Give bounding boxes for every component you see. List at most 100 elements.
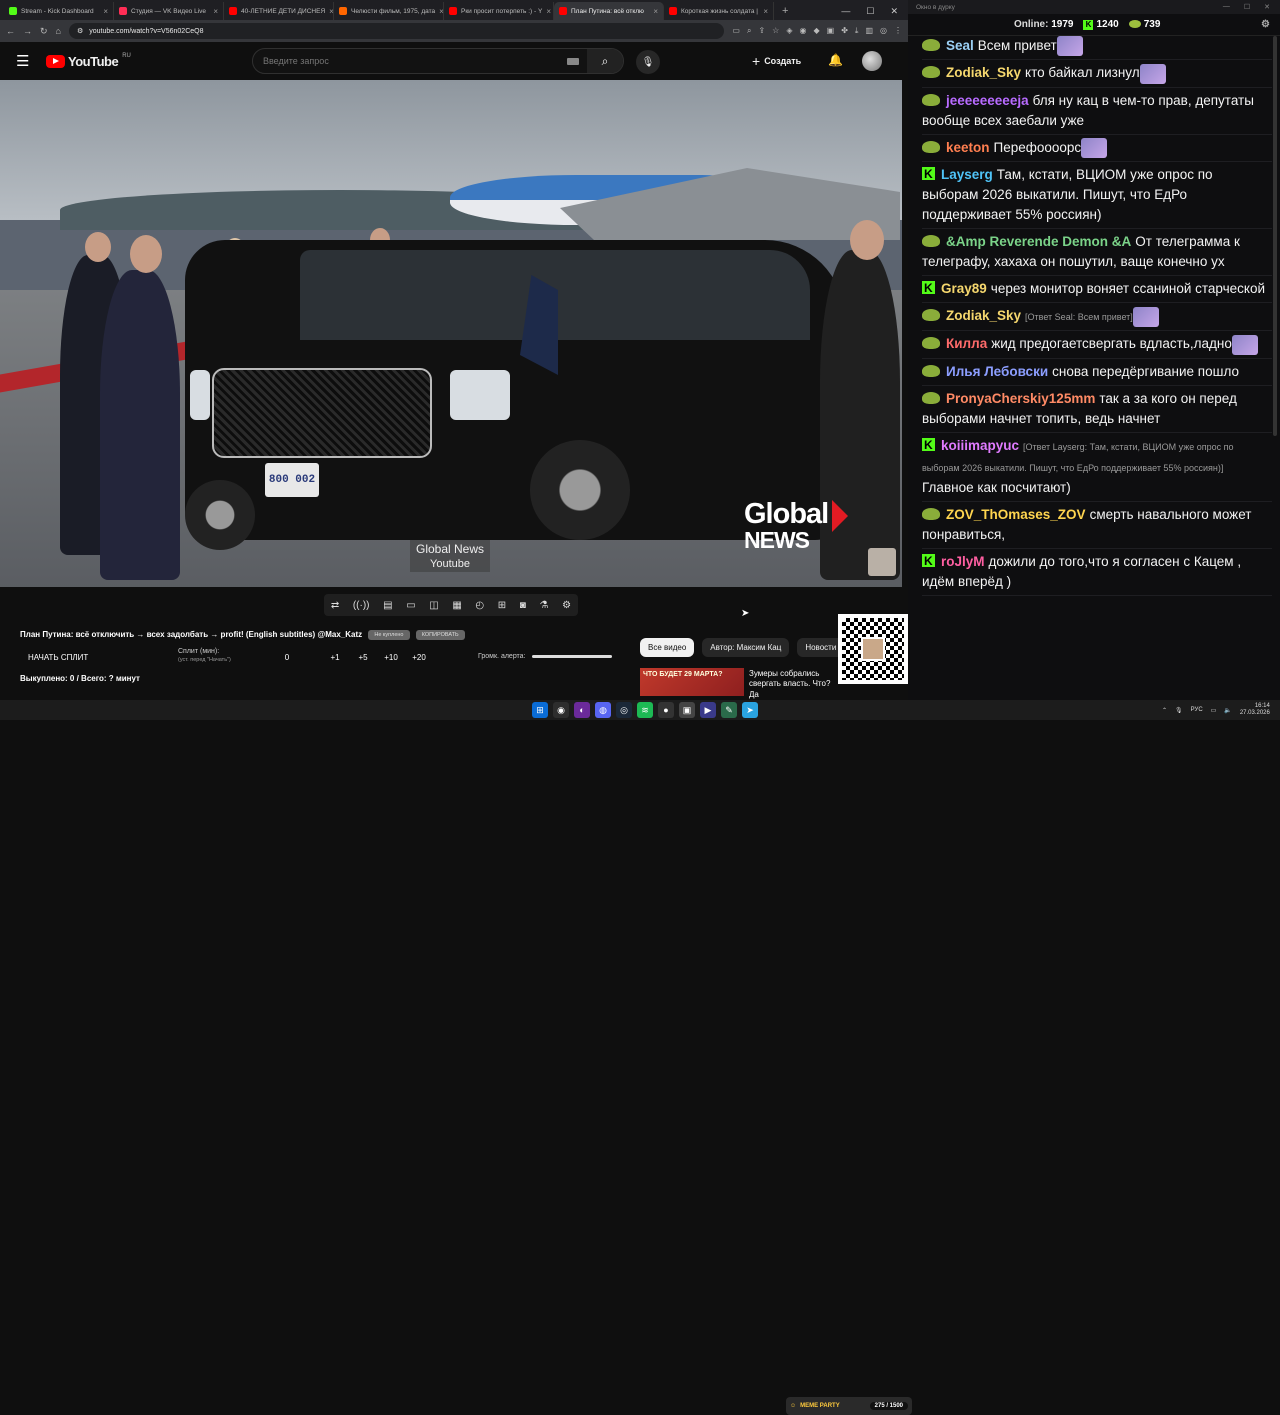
split-plus-button[interactable]: +5 — [349, 653, 377, 662]
avatar[interactable] — [862, 51, 882, 71]
app-icon[interactable]: ◐ — [574, 702, 590, 718]
language-indicator[interactable]: РУС — [1191, 707, 1203, 713]
chat-username[interactable]: Seal — [946, 38, 974, 53]
browser-tab[interactable]: Stream - Kick Dashboard × — [4, 2, 114, 20]
browser-tab[interactable]: План Путина: всё отклю × — [554, 2, 664, 20]
puzzle-icon[interactable]: ✤ — [841, 26, 848, 36]
settings-gear-icon[interactable]: ⚙ — [1261, 19, 1270, 30]
windows-start-icon[interactable]: ⊞ — [532, 702, 548, 718]
browser-tab[interactable]: 40-ЛЕТНИЕ ДЕТИ ДИСНЕЯ × — [224, 2, 334, 20]
chat-username[interactable]: roJlyM — [941, 554, 985, 569]
chat-username[interactable]: Илья Лебовски — [946, 364, 1048, 379]
chip-all-videos[interactable]: Все видео — [640, 638, 695, 657]
frames-icon[interactable]: ▦ — [452, 600, 461, 611]
tab-close-icon[interactable]: × — [213, 7, 218, 16]
chat-username[interactable]: ZOV_ThOmases_ZOV — [946, 507, 1086, 522]
extension-icon[interactable]: ◆ — [813, 26, 819, 36]
split-plus-button[interactable]: +20 — [405, 653, 433, 662]
voice-search-button[interactable]: 🎙 — [636, 50, 660, 74]
cast-icon[interactable]: ▭ — [732, 26, 740, 36]
chip-author[interactable]: Автор: Максим Кац — [702, 638, 790, 657]
hamburger-menu-icon[interactable]: ☰ — [16, 52, 40, 70]
minimize-icon[interactable]: — — [1223, 3, 1230, 11]
video-player[interactable]: 800 002 Global NEWS Global News Youtube — [0, 80, 902, 587]
app-icon[interactable]: ▣ — [679, 702, 695, 718]
clock[interactable]: 16:14 27.03.2026 — [1240, 703, 1270, 717]
flask-icon[interactable]: ⚗ — [539, 600, 548, 611]
app-icon[interactable]: ✎ — [721, 702, 737, 718]
chat-username[interactable]: koiiimapyuc — [941, 438, 1019, 453]
browser-tab[interactable]: Студия — VK Видео Live × — [114, 2, 224, 20]
tab-close-icon[interactable]: × — [103, 7, 108, 16]
chevron-up-icon[interactable]: ⌃ — [1162, 707, 1167, 714]
browser-tab[interactable]: Короткая жизнь солдата | × — [664, 2, 774, 20]
profile-icon[interactable]: ◎ — [880, 26, 887, 36]
start-split-button[interactable]: НАЧАТЬ СПЛИТ — [28, 653, 88, 662]
camera-icon[interactable]: ◙ — [520, 600, 526, 611]
sidebar-icon[interactable]: ▥ — [865, 26, 873, 36]
chat-username[interactable]: keeton — [946, 140, 990, 155]
search-button[interactable]: ⌕ — [587, 49, 623, 73]
clip-icon[interactable]: ▭ — [406, 600, 415, 611]
search-input[interactable] — [253, 56, 567, 66]
tab-close-icon[interactable]: × — [546, 7, 551, 16]
reload-icon[interactable]: ↻ — [40, 26, 48, 37]
tab-close-icon[interactable]: × — [763, 7, 768, 16]
screenshot-icon[interactable]: ▤ — [383, 600, 392, 611]
chat-username[interactable]: Zodiak_Sky — [946, 308, 1021, 323]
split-plus-button[interactable]: +1 — [321, 653, 349, 662]
download-icon[interactable]: ⤓ — [855, 26, 859, 36]
home-icon[interactable]: ⌂ — [56, 26, 61, 36]
share-icon[interactable]: ⇪ — [758, 26, 765, 36]
loop-icon[interactable]: ⇄ — [331, 600, 339, 611]
extension-icon[interactable]: ◉ — [800, 26, 807, 36]
chat-username[interactable]: PronyaCherskiy125mm — [946, 391, 1095, 406]
recommended-title[interactable]: Зумеры собрались свергать власть. Что? Д… — [749, 669, 839, 700]
volume-icon[interactable]: 🔈 — [1224, 707, 1231, 714]
url-field[interactable]: ⚙ youtube.com/watch?v=V56n02CeQ8 — [68, 23, 725, 39]
meme-party-widget[interactable]: ☺ MEME PARTY 275 / 1500 — [786, 1397, 912, 1415]
spotify-icon[interactable]: ≋ — [637, 702, 653, 718]
close-icon[interactable]: ✕ — [1264, 3, 1270, 11]
alert-volume-slider[interactable] — [531, 655, 612, 658]
split-plus-button[interactable]: +10 — [377, 653, 405, 662]
chat-username[interactable]: jeeeeeeeeeja — [946, 93, 1029, 108]
forward-icon[interactable]: → — [23, 26, 32, 36]
chat-username[interactable]: Layserg — [941, 167, 993, 182]
maximize-icon[interactable]: ☐ — [866, 6, 874, 17]
extension-icon[interactable]: ◈ — [786, 26, 792, 36]
extension-icon[interactable]: ▣ — [827, 26, 835, 36]
pip-icon[interactable]: ◫ — [429, 600, 438, 611]
keyboard-icon[interactable] — [567, 57, 579, 65]
recommended-thumbnail[interactable]: ЧТО БУДЕТ 29 МАРТА? — [640, 668, 744, 696]
network-icon[interactable]: ▭ — [1211, 707, 1217, 714]
chat-username[interactable]: &Amp Reverende Demon &A — [946, 234, 1131, 249]
minimize-icon[interactable]: — — [841, 6, 850, 16]
telegram-icon[interactable]: ➤ — [742, 702, 758, 718]
new-tab-button[interactable]: + — [774, 2, 796, 20]
steam-icon[interactable]: ◎ — [616, 702, 632, 718]
bookmark-star-icon[interactable]: ☆ — [772, 26, 779, 36]
obs-icon[interactable]: ● — [658, 702, 674, 718]
settings-gear-icon[interactable]: ⚙ — [562, 600, 571, 611]
chrome-icon[interactable]: ◉ — [553, 702, 569, 718]
chat-username[interactable]: Zodiak_Sky — [946, 65, 1021, 80]
menu-icon[interactable]: ⋮ — [894, 26, 902, 36]
copy-button[interactable]: КОПИРОВАТЬ — [415, 630, 465, 640]
maximize-icon[interactable]: ☐ — [1244, 3, 1250, 11]
site-info-icon[interactable]: ⚙ — [77, 27, 83, 35]
add-icon[interactable]: ⊞ — [498, 600, 506, 611]
broadcast-icon[interactable]: ((·)) — [353, 600, 370, 611]
browser-tab[interactable]: Рки просит потерпеть :) - Y × — [444, 2, 554, 20]
close-icon[interactable]: ✕ — [890, 6, 898, 17]
chat-username[interactable]: Килла — [946, 336, 987, 351]
chat-username[interactable]: Gray89 — [941, 281, 987, 296]
back-icon[interactable]: ← — [6, 26, 15, 36]
notifications-bell-icon[interactable]: 🔔 — [828, 53, 843, 67]
youtube-logo[interactable]: YouTube RU — [46, 53, 131, 69]
media-player-icon[interactable]: ▶ — [700, 702, 716, 718]
speed-icon[interactable]: ◴ — [475, 600, 484, 611]
browser-tab[interactable]: Челюсти фильм, 1975, дата × — [334, 2, 444, 20]
chat-scrollbar[interactable] — [1273, 36, 1277, 436]
tab-close-icon[interactable]: × — [653, 7, 658, 16]
